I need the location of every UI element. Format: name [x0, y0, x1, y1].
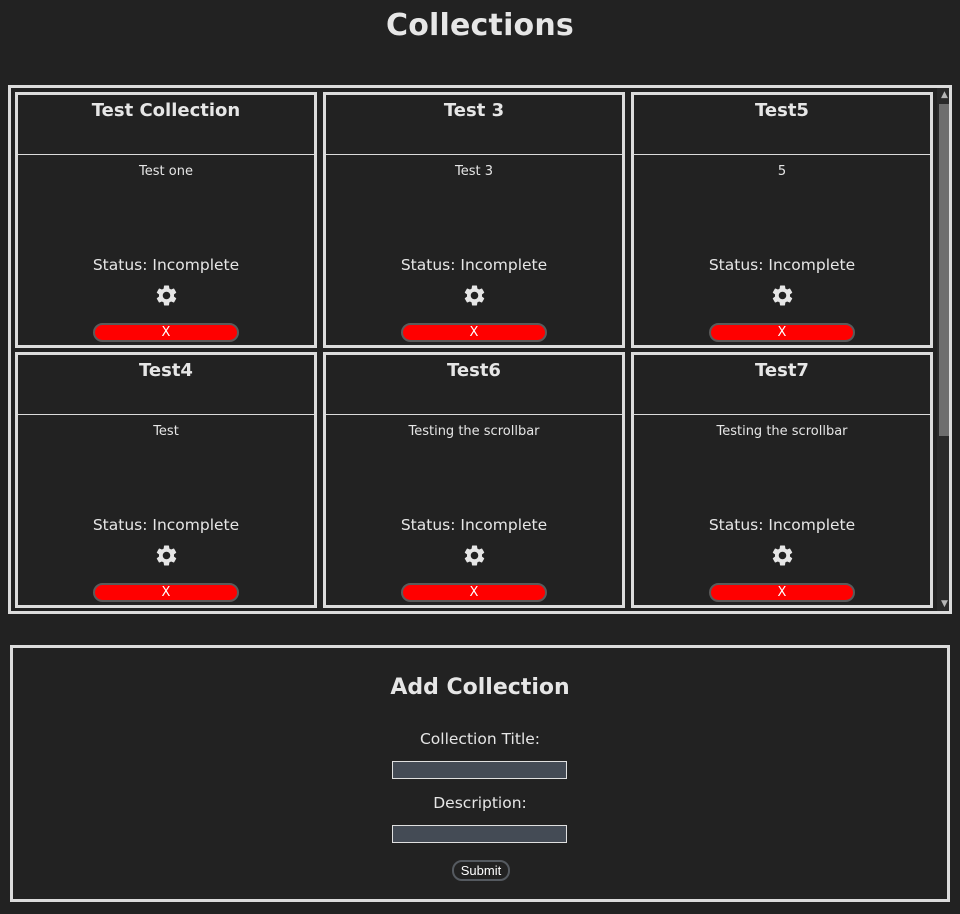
description-label: Description:	[433, 794, 527, 812]
scroll-down-icon[interactable]: ▼	[937, 597, 949, 611]
collection-title-input[interactable]	[392, 761, 567, 779]
collection-description: 5	[777, 164, 787, 179]
collection-card: Test4 Test Status: Incomplete X	[15, 352, 317, 608]
collection-title: Test 3	[326, 95, 622, 155]
collection-description: Testing the scrollbar	[716, 424, 848, 439]
gear-icon	[464, 285, 484, 306]
collection-title: Test6	[326, 355, 622, 415]
add-collection-form: Add Collection Collection Title: Descrip…	[10, 645, 950, 902]
gear-icon	[156, 545, 176, 566]
collection-card: Test5 5 Status: Incomplete X	[631, 92, 933, 348]
collection-card: Test7 Testing the scrollbar Status: Inco…	[631, 352, 933, 608]
collection-title: Test5	[634, 95, 930, 155]
settings-button[interactable]	[326, 283, 622, 309]
delete-button[interactable]: X	[709, 323, 855, 342]
collection-card: Test6 Testing the scrollbar Status: Inco…	[323, 352, 625, 608]
collection-card: Test 3 Test 3 Status: Incomplete X	[323, 92, 625, 348]
scroll-up-icon[interactable]: ▲	[937, 88, 949, 102]
collection-card: Test Collection Test one Status: Incompl…	[15, 92, 317, 348]
collection-title-label: Collection Title:	[419, 730, 541, 748]
delete-button[interactable]: X	[93, 323, 239, 342]
collections-grid: Test Collection Test one Status: Incompl…	[15, 92, 938, 608]
collection-description: Test one	[139, 164, 193, 179]
gear-icon	[772, 545, 792, 566]
collection-status: Status: Incomplete	[400, 516, 548, 534]
collection-status: Status: Incomplete	[400, 256, 548, 274]
collection-title: Test7	[634, 355, 930, 415]
collection-title: Test4	[18, 355, 314, 415]
gear-icon	[156, 285, 176, 306]
collection-description: Test 3	[454, 164, 493, 179]
scrollbar[interactable]: ▲ ▼	[937, 88, 949, 611]
collection-description: Test	[153, 424, 179, 439]
gear-icon	[772, 285, 792, 306]
collection-status: Status: Incomplete	[92, 256, 240, 274]
delete-button[interactable]: X	[709, 583, 855, 602]
settings-button[interactable]	[326, 543, 622, 569]
collection-status: Status: Incomplete	[92, 516, 240, 534]
settings-button[interactable]	[18, 543, 314, 569]
collection-status: Status: Incomplete	[708, 256, 856, 274]
settings-button[interactable]	[18, 283, 314, 309]
submit-button[interactable]: Submit	[452, 860, 510, 881]
delete-button[interactable]: X	[93, 583, 239, 602]
add-collection-title: Add Collection	[390, 675, 570, 700]
settings-button[interactable]	[634, 543, 930, 569]
collection-title: Test Collection	[18, 95, 314, 155]
gear-icon	[464, 545, 484, 566]
delete-button[interactable]: X	[401, 323, 547, 342]
collection-description: Testing the scrollbar	[408, 424, 540, 439]
scrollbar-thumb[interactable]	[939, 104, 949, 436]
delete-button[interactable]: X	[401, 583, 547, 602]
description-input[interactable]	[392, 825, 567, 843]
collections-list: Test Collection Test one Status: Incompl…	[8, 85, 952, 614]
collection-status: Status: Incomplete	[708, 516, 856, 534]
settings-button[interactable]	[634, 283, 930, 309]
page-title: Collections	[386, 8, 574, 43]
